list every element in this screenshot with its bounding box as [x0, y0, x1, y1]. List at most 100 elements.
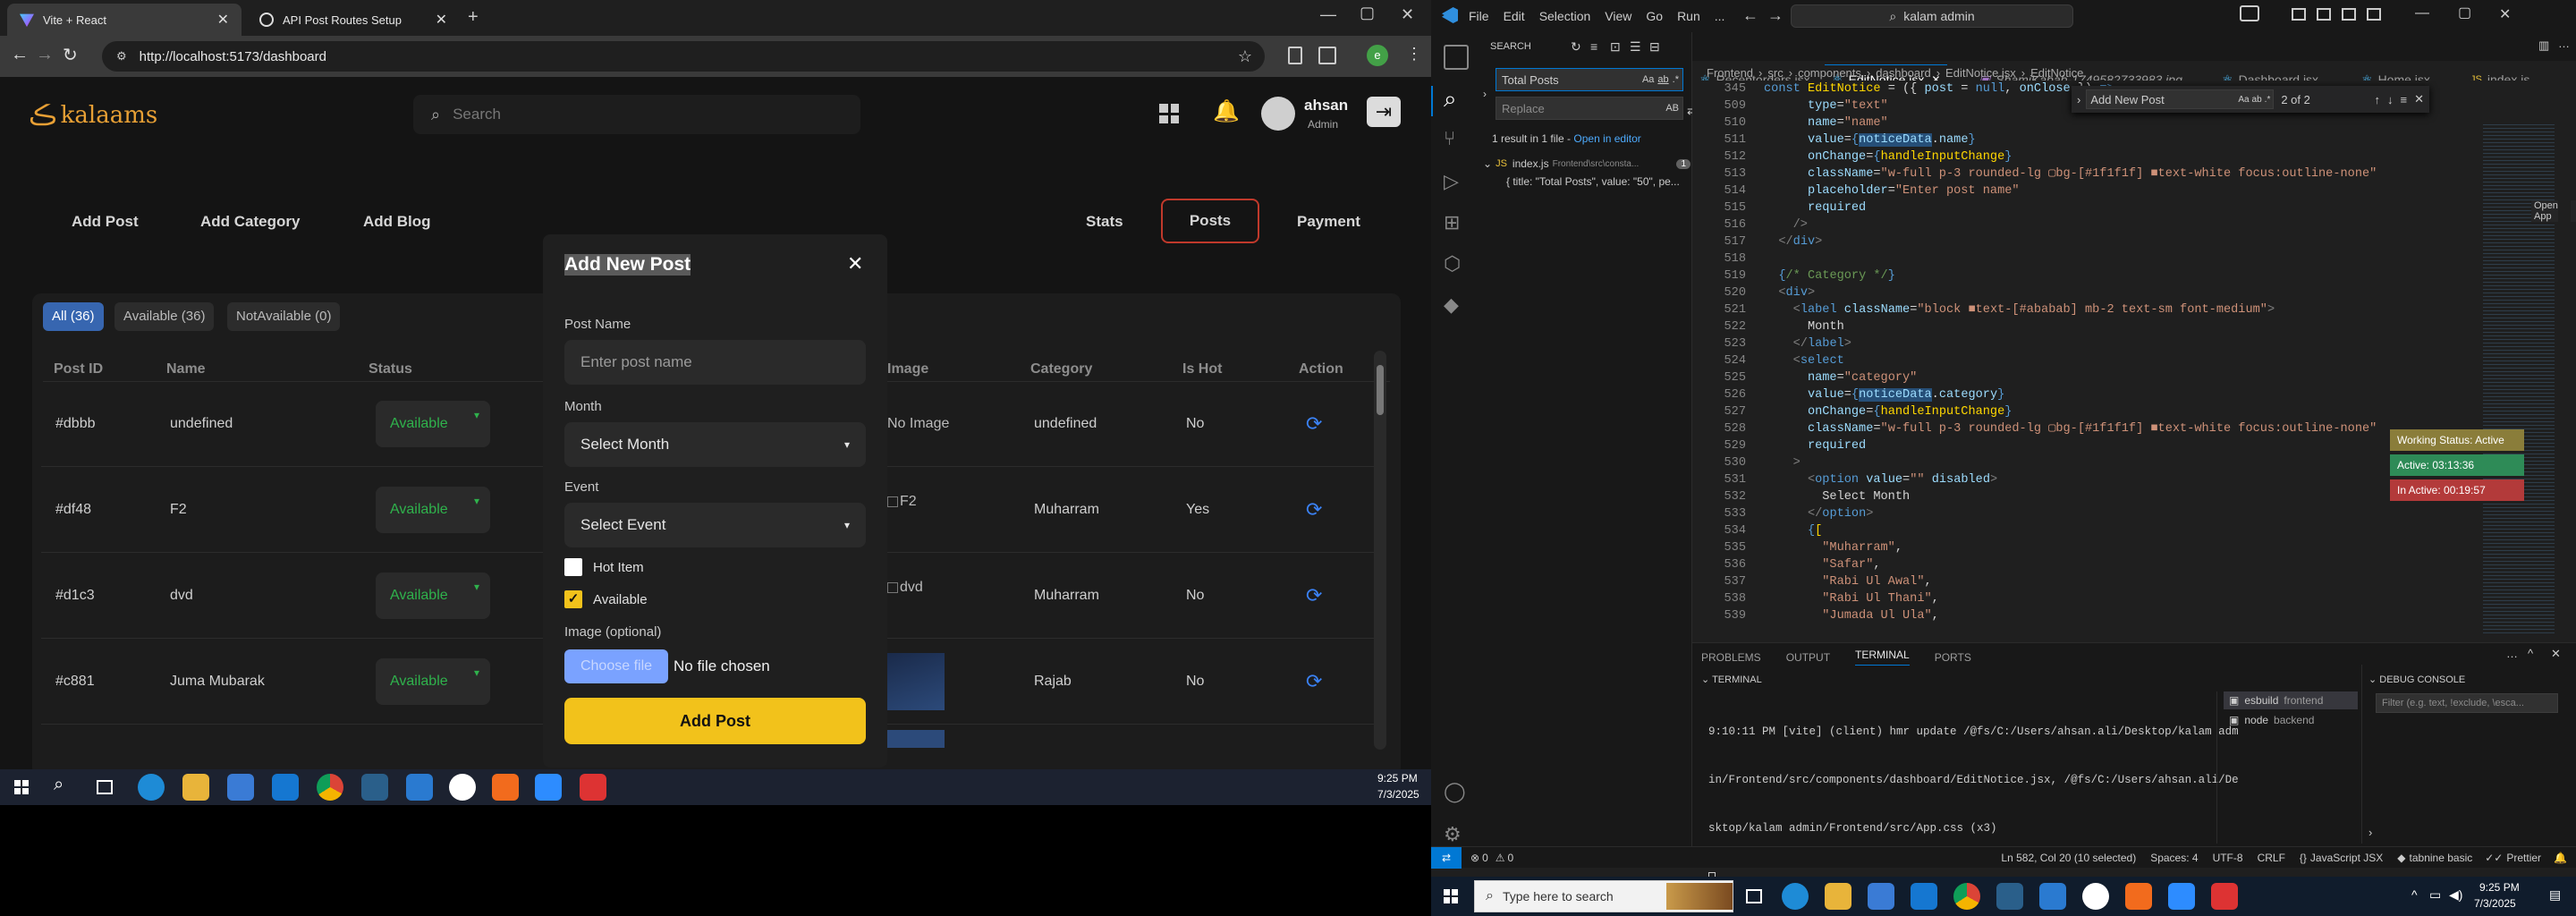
- choose-file-button[interactable]: Choose file: [564, 649, 668, 683]
- reload-icon[interactable]: ↻: [63, 44, 78, 66]
- brand-logo[interactable]: ڪ kalaams: [29, 95, 157, 136]
- scrollbar-thumb[interactable]: [1377, 365, 1384, 415]
- month-select[interactable]: Select Month ▾: [564, 422, 866, 467]
- remote-indicator-icon[interactable]: ⇄: [1431, 846, 1462, 869]
- tabnine-status[interactable]: tabnine basic: [2410, 852, 2473, 864]
- windows-start-icon[interactable]: [1444, 889, 1458, 903]
- event-select[interactable]: Select Event ▾: [564, 503, 866, 547]
- close-tab-icon[interactable]: ✕: [436, 11, 447, 29]
- collapse-all-icon[interactable]: ⊟: [1649, 39, 1660, 55]
- vscode-icon[interactable]: [2039, 883, 2066, 910]
- close-tab-icon[interactable]: ✕: [217, 11, 229, 29]
- nav-posts[interactable]: Posts: [1161, 199, 1259, 243]
- tabnine-icon[interactable]: ◆: [1444, 293, 1469, 318]
- toggle-replace-icon[interactable]: ›: [1483, 88, 1487, 100]
- app-icon[interactable]: [2211, 883, 2238, 910]
- table-scrollbar[interactable]: [1374, 351, 1386, 750]
- task-view-icon[interactable]: [97, 780, 113, 794]
- split-view-icon[interactable]: [1318, 47, 1336, 64]
- errors-icon[interactable]: ⊗: [1470, 852, 1479, 864]
- encoding[interactable]: UTF-8: [2213, 852, 2243, 864]
- network-icon[interactable]: ▭: [2429, 887, 2441, 903]
- file-explorer-icon[interactable]: [1825, 883, 1852, 910]
- filter-available[interactable]: Available (36): [114, 302, 215, 331]
- notification-center-icon[interactable]: ▤: [2549, 887, 2561, 903]
- terminal-tab-esbuild[interactable]: ▣ esbuild frontend: [2224, 691, 2358, 709]
- split-editor-icon[interactable]: ▥: [2538, 38, 2549, 53]
- find-input[interactable]: Add New Post Aa ab .*: [2086, 89, 2275, 109]
- command-center[interactable]: ⌕ kalam admin: [1791, 4, 2073, 28]
- edge-icon[interactable]: [1782, 883, 1809, 910]
- use-regex-icon[interactable]: .*: [1673, 74, 1679, 85]
- more-actions-icon[interactable]: …: [2506, 647, 2518, 660]
- breadcrumb-item[interactable]: EditNotice.jsx: [1945, 66, 2016, 80]
- task-view-icon[interactable]: [1746, 889, 1762, 903]
- tab-api-post-routes[interactable]: API Post Routes Setup ✕: [247, 4, 460, 36]
- warnings-count[interactable]: 0: [1508, 852, 1514, 864]
- search-bar[interactable]: ⌕ Search: [413, 95, 860, 134]
- filter-not-available[interactable]: NotAvailable (0): [227, 302, 341, 331]
- match-whole-word-icon[interactable]: ab: [2252, 95, 2262, 105]
- mail-icon[interactable]: [272, 774, 299, 801]
- menu-more[interactable]: ...: [1715, 9, 1725, 23]
- warnings-icon[interactable]: ⚠: [1496, 852, 1505, 864]
- minimize-icon[interactable]: —: [2415, 5, 2429, 21]
- edit-refresh-icon[interactable]: ⟳: [1306, 584, 1322, 607]
- forward-icon[interactable]: →: [1767, 6, 1784, 25]
- edge-icon[interactable]: [138, 774, 165, 801]
- vscode-icon[interactable]: [406, 774, 433, 801]
- edit-refresh-icon[interactable]: ⟳: [1306, 498, 1322, 522]
- status-select[interactable]: Available ▾: [376, 572, 490, 619]
- nav-stats[interactable]: Stats: [1086, 213, 1123, 231]
- next-match-icon[interactable]: ↓: [2387, 93, 2394, 106]
- store-icon[interactable]: [1868, 883, 1894, 910]
- taskbar-search-box[interactable]: ⌕ Type here to search: [1474, 880, 1733, 912]
- errors-count[interactable]: 0: [1482, 852, 1488, 864]
- available-checkbox[interactable]: ✓ Available: [564, 590, 648, 608]
- close-icon[interactable]: ✕: [847, 252, 863, 276]
- replace-input[interactable]: Replace AB: [1496, 97, 1683, 120]
- forward-icon[interactable]: →: [36, 45, 54, 65]
- menu-run[interactable]: Run: [1677, 9, 1700, 23]
- prettier-status[interactable]: Prettier: [2506, 852, 2541, 864]
- edit-refresh-icon[interactable]: ⟳: [1306, 670, 1322, 693]
- open-in-editor-link[interactable]: Open in editor: [1573, 132, 1640, 145]
- edit-refresh-icon[interactable]: ⟳: [1306, 412, 1322, 436]
- nav-add-post[interactable]: Add Post: [72, 213, 139, 231]
- view-as-tree-icon[interactable]: ☰: [1630, 39, 1641, 55]
- tab-terminal[interactable]: TERMINAL: [1855, 649, 1910, 666]
- browser-menu-icon[interactable]: ⋮: [1406, 45, 1422, 64]
- match-whole-word-icon[interactable]: ab: [1657, 74, 1668, 85]
- clear-results-icon[interactable]: ≡: [1590, 39, 1597, 54]
- tab-vite-react[interactable]: Vite + React ✕: [7, 4, 242, 36]
- toggle-panel-icon[interactable]: [2317, 8, 2331, 21]
- add-post-button[interactable]: Add Post: [564, 698, 866, 744]
- logout-icon[interactable]: ⇥: [1367, 97, 1401, 127]
- back-icon[interactable]: ←: [11, 45, 29, 65]
- zoom-icon[interactable]: [2168, 883, 2195, 910]
- status-select[interactable]: Available ▾: [376, 657, 490, 705]
- close-find-icon[interactable]: ✕: [2414, 92, 2424, 106]
- terminal-tab-node[interactable]: ▣ node backend: [2224, 711, 2358, 729]
- new-search-editor-icon[interactable]: ⊡: [1610, 39, 1621, 55]
- store-icon[interactable]: [227, 774, 254, 801]
- status-select[interactable]: Available ▾: [376, 400, 490, 447]
- find-in-selection-icon[interactable]: ≡: [2401, 93, 2408, 106]
- customize-layout-icon[interactable]: [2367, 8, 2381, 21]
- address-bar[interactable]: ⚙ http://localhost:5173/dashboard ☆: [102, 41, 1265, 72]
- cursor-position[interactable]: Ln 582, Col 20 (10 selected): [2001, 852, 2136, 864]
- language-mode[interactable]: JavaScript JSX: [2310, 852, 2383, 864]
- vscode-insiders-icon[interactable]: [1996, 883, 2023, 910]
- windows-start-icon[interactable]: [14, 780, 29, 794]
- breadcrumb-item[interactable]: components: [1798, 66, 1861, 80]
- previous-match-icon[interactable]: ↑: [2375, 93, 2381, 106]
- chrome-icon[interactable]: [1953, 883, 1980, 910]
- post-name-input[interactable]: Enter post name: [564, 340, 866, 385]
- menu-view[interactable]: View: [1605, 9, 1631, 23]
- nav-add-blog[interactable]: Add Blog: [363, 213, 431, 231]
- user-avatar[interactable]: [1261, 97, 1295, 131]
- end-of-line[interactable]: CRLF: [2258, 852, 2285, 864]
- status-select[interactable]: Available ▾: [376, 486, 490, 533]
- match-case-icon[interactable]: Aa: [1642, 74, 1654, 85]
- postman-icon[interactable]: [492, 774, 519, 801]
